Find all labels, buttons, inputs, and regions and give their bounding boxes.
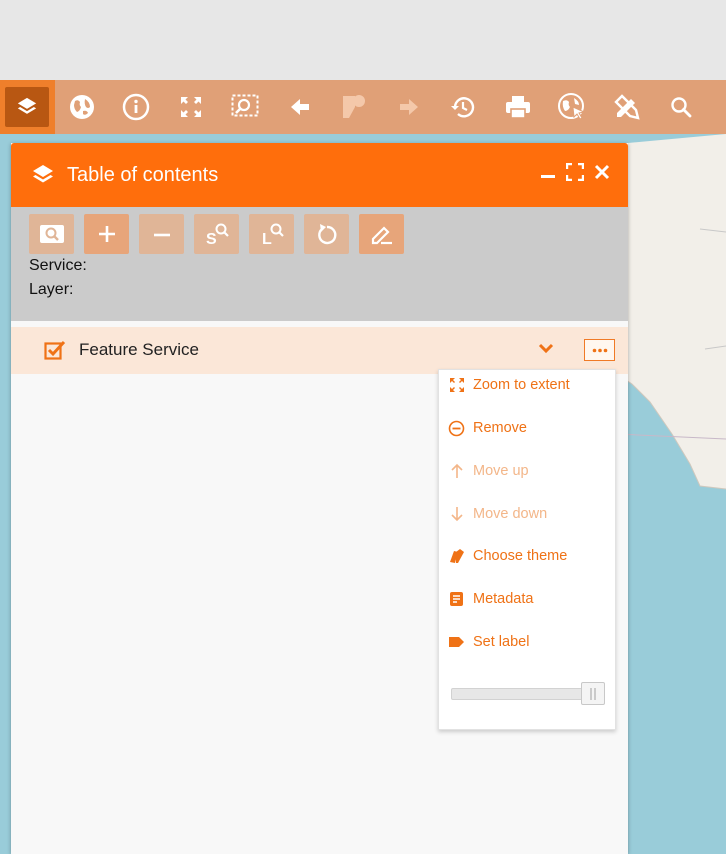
minimize-icon[interactable] <box>540 164 556 180</box>
zoom-box-icon <box>231 94 259 117</box>
search-l-button[interactable]: L <box>249 214 294 254</box>
svg-text:L: L <box>262 231 272 247</box>
add-icon <box>98 226 115 242</box>
refresh-icon <box>317 224 336 245</box>
menu-item-label: Set label <box>473 634 530 650</box>
menu-set-label[interactable]: Set label <box>448 631 529 653</box>
remove-icon <box>153 233 170 237</box>
label-icon <box>449 637 464 647</box>
shapes-icon <box>343 95 366 118</box>
print-icon <box>505 96 530 119</box>
document-icon <box>450 592 463 606</box>
toc-panel-header: Table of contents <box>11 143 628 207</box>
minus-circle-icon <box>448 420 465 436</box>
menu-item-label: Remove <box>473 420 527 436</box>
svg-text:S: S <box>206 231 217 247</box>
history-icon <box>451 97 475 118</box>
menu-choose-theme[interactable]: Choose theme <box>448 545 567 567</box>
toolbar-layers-button[interactable] <box>0 80 55 134</box>
layer-row[interactable]: Feature Service <box>11 327 628 374</box>
opacity-slider-handle[interactable] <box>581 682 605 705</box>
panel-title: Table of contents <box>67 163 219 186</box>
edit-button[interactable] <box>359 214 404 254</box>
layer-options-button[interactable] <box>584 339 615 361</box>
toolbar-globe-pointer-button[interactable] <box>545 80 600 134</box>
toolbar-full-extent-button[interactable] <box>164 80 219 134</box>
menu-move-up[interactable]: Move up <box>448 460 529 482</box>
globe-pointer-icon <box>558 93 586 120</box>
opacity-slider-track[interactable] <box>451 688 599 700</box>
menu-move-down[interactable]: Move down <box>448 503 547 525</box>
toolbar-globe-button[interactable] <box>55 80 110 134</box>
toolbar-forward-button[interactable] <box>382 80 437 134</box>
refresh-button[interactable] <box>304 214 349 254</box>
toolbar-history-button[interactable] <box>436 80 491 134</box>
close-icon[interactable] <box>594 164 610 180</box>
toolbar-shapes-button[interactable] <box>327 80 382 134</box>
layer-context-menu: Zoom to extent Remove Move up Move down <box>438 369 616 730</box>
menu-item-label: Choose theme <box>473 548 568 564</box>
remove-button[interactable] <box>139 214 184 254</box>
toolbar-tools-button[interactable] <box>600 80 655 134</box>
layer-name: Feature Service <box>79 340 199 359</box>
main-toolbar <box>0 80 726 134</box>
menu-item-label: Zoom to extent <box>473 377 570 393</box>
chevron-down-icon[interactable] <box>538 343 554 355</box>
toolbar-info-button[interactable] <box>109 80 164 134</box>
globe-icon <box>69 95 94 119</box>
tools-icon <box>614 94 640 120</box>
search-service-icon <box>39 225 64 243</box>
toc-tools-area: S L Service: Layer: <box>11 207 628 321</box>
layers-icon <box>18 97 37 114</box>
full-extent-icon <box>180 97 201 117</box>
top-blank-area <box>0 0 726 80</box>
toolbar-back-button[interactable] <box>273 80 328 134</box>
more-dots-icon <box>592 348 607 352</box>
menu-remove[interactable]: Remove <box>448 417 527 439</box>
layer-label: Layer: <box>29 281 74 298</box>
forward-arrow-icon <box>399 99 418 115</box>
search-service-button[interactable] <box>29 214 74 254</box>
palette-icon <box>450 548 464 563</box>
info-icon <box>123 93 150 121</box>
menu-item-label: Move down <box>473 506 548 522</box>
search-icon <box>671 97 692 118</box>
add-button[interactable] <box>84 214 129 254</box>
maximize-icon[interactable] <box>566 163 584 181</box>
menu-zoom-to-extent[interactable]: Zoom to extent <box>448 374 570 396</box>
toolbar-zoom-box-button[interactable] <box>218 80 273 134</box>
search-s-button[interactable]: S <box>194 214 239 254</box>
arrow-up-icon <box>450 463 463 478</box>
menu-item-label: Metadata <box>473 591 534 607</box>
extent-icon <box>449 378 464 392</box>
layers-icon <box>33 165 53 183</box>
toolbar-print-button[interactable] <box>491 80 546 134</box>
menu-metadata[interactable]: Metadata <box>448 588 533 610</box>
search-s-icon: S <box>206 223 229 247</box>
search-l-icon: L <box>262 223 284 247</box>
menu-item-label: Move up <box>473 463 529 479</box>
back-arrow-icon <box>290 99 309 115</box>
edit-icon <box>371 226 392 245</box>
service-label: Service: <box>29 257 87 274</box>
checkbox-checked-icon[interactable] <box>44 340 66 360</box>
toc-tool-buttons: S L <box>29 214 610 254</box>
arrow-down-icon <box>450 507 463 522</box>
grip-icon <box>590 687 596 700</box>
toolbar-search-button[interactable] <box>654 80 709 134</box>
